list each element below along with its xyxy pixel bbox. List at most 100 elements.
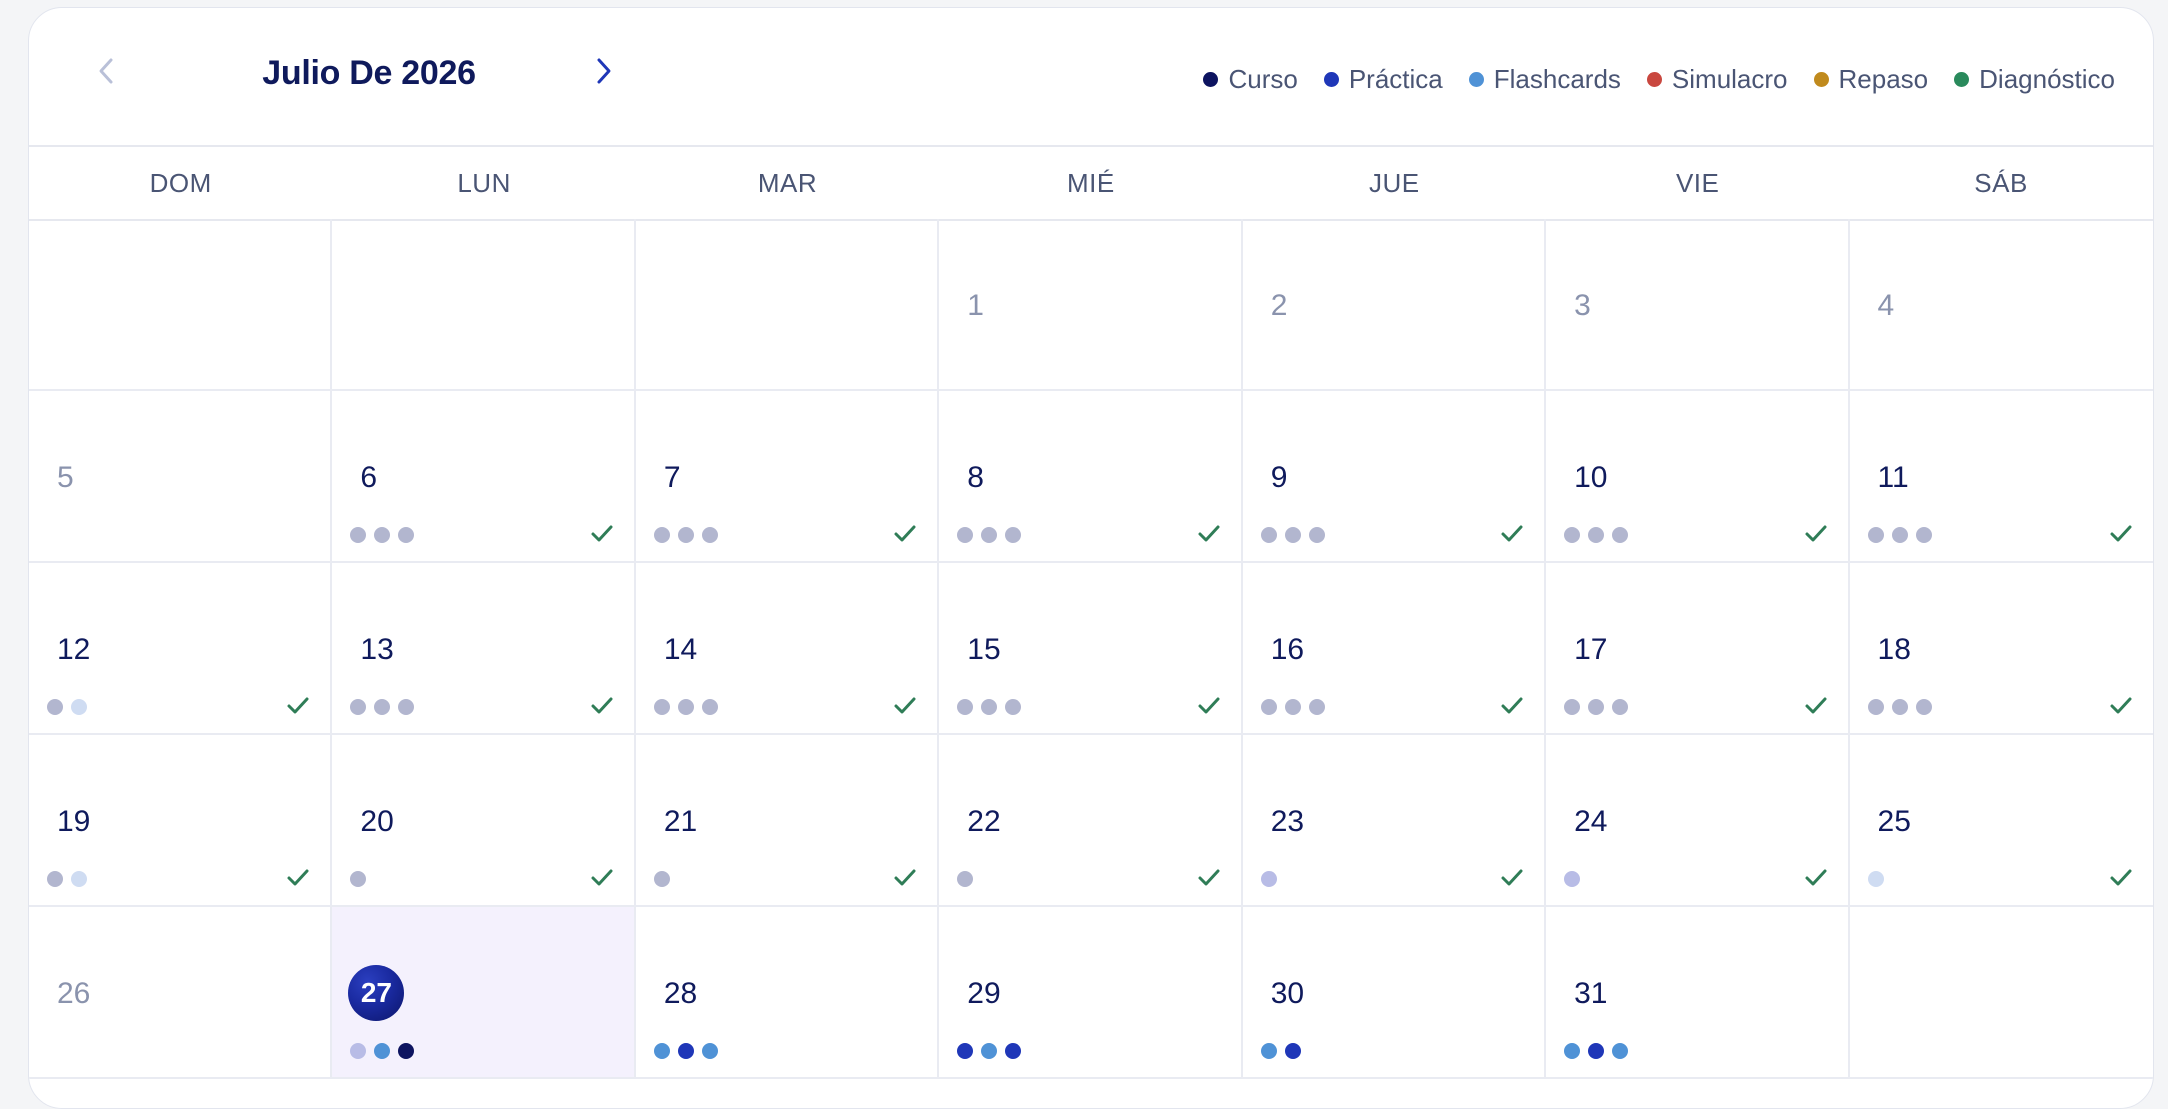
activity-dot [1915, 699, 1932, 715]
day-cell[interactable]: 29 [939, 907, 1243, 1079]
activity-dot [1564, 527, 1581, 543]
activity-dot [1867, 871, 1884, 887]
legend-item: Simulacro [1646, 64, 1788, 95]
day-cell[interactable]: 21 [635, 735, 940, 907]
activity-dot [981, 1043, 998, 1059]
check-icon [1195, 691, 1223, 719]
activity-dot [701, 527, 718, 543]
day-number: 22 [967, 805, 1001, 838]
day-cell[interactable]: 23 [1242, 735, 1547, 907]
day-cell[interactable]: 20 [332, 735, 636, 907]
day-cell[interactable]: 13 [332, 563, 636, 735]
next-month-button[interactable] [579, 46, 629, 96]
day-cell[interactable]: 17 [1546, 563, 1850, 735]
weekday-label: JUE [1368, 168, 1420, 198]
activity-dot [1612, 699, 1629, 715]
day-number: 25 [1877, 805, 1911, 838]
day-cell[interactable]: 18 [1849, 563, 2153, 735]
day-cell[interactable]: 12 [29, 563, 333, 735]
day-cell[interactable]: 31 [1546, 907, 1850, 1079]
day-number: 18 [1877, 633, 1911, 666]
activity-dot [374, 1043, 391, 1059]
activity-dot [350, 871, 367, 887]
activity-dots [1564, 871, 1581, 887]
activity-dot [653, 871, 670, 887]
weekday-label: MIÉ [1067, 168, 1115, 198]
prev-month-button[interactable] [81, 46, 131, 96]
day-cell[interactable]: 14 [635, 563, 940, 735]
activity-dot [1915, 527, 1932, 543]
day-cell[interactable]: 1 [939, 219, 1243, 391]
day-cell[interactable]: 15 [939, 563, 1243, 735]
day-cell[interactable]: 24 [1546, 735, 1850, 907]
check-icon [588, 863, 616, 891]
check-icon [1195, 519, 1223, 547]
activity-dot [981, 527, 998, 543]
empty-day-cell [332, 219, 636, 391]
day-cell[interactable]: 22 [939, 735, 1243, 907]
check-icon [1802, 863, 1830, 891]
day-cell[interactable]: 10 [1546, 391, 1850, 563]
day-cell[interactable]: 11 [1849, 391, 2153, 563]
activity-dots [350, 527, 415, 543]
legend-item: Repaso [1813, 64, 1929, 95]
day-cell[interactable]: 26 [29, 907, 333, 1079]
day-cell[interactable]: 4 [1849, 219, 2153, 391]
day-cell[interactable]: 7 [635, 391, 940, 563]
empty-day-cell [1849, 907, 2153, 1079]
activity-dot [374, 527, 391, 543]
day-cell[interactable]: 3 [1546, 219, 1850, 391]
day-cell[interactable]: 27 [332, 907, 636, 1079]
activity-dot [653, 699, 670, 715]
activity-dots [957, 871, 974, 887]
weekday-header-row: DOM LUN MAR MIÉ JUE VIE SÁB [29, 147, 2153, 221]
day-cell[interactable]: 30 [1242, 907, 1547, 1079]
activity-dot [1564, 699, 1581, 715]
activity-dots [1260, 871, 1277, 887]
day-number: 5 [57, 461, 74, 494]
activity-dot [1867, 699, 1884, 715]
activity-dots [1564, 527, 1629, 543]
check-icon [1802, 519, 1830, 547]
weekday-label: LUN [457, 168, 511, 198]
activity-dot [677, 527, 694, 543]
day-cell[interactable]: 2 [1242, 219, 1547, 391]
day-number: 3 [1574, 289, 1591, 322]
legend: Curso Práctica Flashcards Simulacro Repaso Di… [1203, 64, 2115, 95]
legend-label: Repaso [1838, 64, 1929, 94]
activity-dot [1260, 699, 1277, 715]
activity-dot [1564, 1043, 1581, 1059]
activity-dots [957, 699, 1022, 715]
day-number: 10 [1574, 461, 1608, 494]
day-number: 23 [1270, 805, 1305, 838]
activity-dot [1308, 699, 1325, 715]
day-cell[interactable]: 5 [29, 391, 333, 563]
day-cell[interactable]: 16 [1242, 563, 1547, 735]
activity-dot [1588, 527, 1605, 543]
activity-dot [1612, 527, 1629, 543]
check-icon [891, 691, 919, 719]
activity-dots [350, 699, 415, 715]
day-cell[interactable]: 25 [1849, 735, 2153, 907]
day-cell[interactable]: 6 [332, 391, 636, 563]
legend-item: Diagnóstico [1954, 64, 2115, 95]
day-cell[interactable]: 28 [635, 907, 940, 1079]
day-cell[interactable]: 19 [29, 735, 333, 907]
day-number: 19 [57, 805, 91, 838]
legend-label: Simulacro [1671, 64, 1788, 94]
day-number: 8 [967, 461, 984, 494]
day-number: 29 [967, 977, 1001, 1010]
activity-dot [374, 699, 391, 715]
check-icon [1498, 863, 1526, 891]
day-cell[interactable]: 8 [939, 391, 1243, 563]
activity-dot [1005, 527, 1022, 543]
day-number: 28 [663, 977, 698, 1010]
activity-dot [1260, 871, 1277, 887]
activity-dot [1284, 527, 1301, 543]
weekday-label: DOM [149, 168, 212, 198]
day-cell[interactable]: 9 [1242, 391, 1547, 563]
activity-dot [701, 699, 718, 715]
weekday-label: SÁB [1974, 168, 2028, 198]
legend-dot [1954, 72, 1970, 87]
legend-label: Flashcards [1493, 64, 1621, 94]
